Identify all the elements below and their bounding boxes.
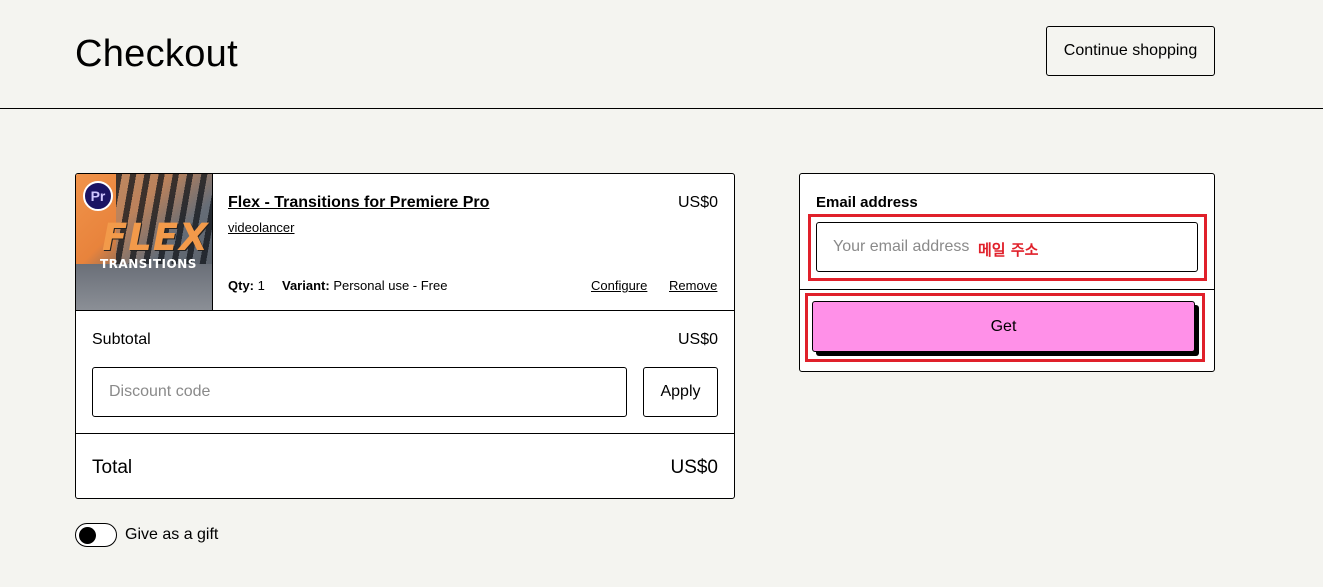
total-value: US$0 bbox=[670, 457, 718, 478]
card-divider bbox=[800, 289, 1214, 290]
cart-item: Pr FLEX TRANSITIONS Flex - Transitions f… bbox=[76, 174, 734, 311]
continue-shopping-button[interactable]: Continue shopping bbox=[1046, 26, 1215, 76]
quantity-value: 1 bbox=[257, 278, 265, 293]
product-author-link[interactable]: videolancer bbox=[228, 220, 295, 235]
thumbnail-title: FLEX bbox=[102, 216, 209, 259]
get-button[interactable]: Get bbox=[812, 301, 1195, 352]
quantity-info: Qty: 1 bbox=[228, 278, 265, 293]
email-form-card: Email address 메일 주소 Get bbox=[799, 173, 1215, 372]
gift-toggle-knob bbox=[79, 526, 96, 544]
product-title-link[interactable]: Flex - Transitions for Premiere Pro bbox=[228, 194, 489, 212]
checkout-header: Checkout Continue shopping bbox=[0, 0, 1323, 109]
subtotal-value: US$0 bbox=[677, 331, 718, 348]
gift-label: Give as a gift bbox=[125, 526, 219, 543]
cart-panel: Pr FLEX TRANSITIONS Flex - Transitions f… bbox=[75, 173, 735, 499]
product-thumbnail[interactable]: Pr FLEX TRANSITIONS bbox=[76, 174, 213, 310]
email-annotation: 메일 주소 bbox=[978, 241, 1039, 259]
total-label: Total bbox=[92, 457, 133, 478]
subtotal-label: Subtotal bbox=[92, 331, 151, 348]
thumbnail-subtitle: TRANSITIONS bbox=[100, 257, 197, 271]
total-row: Total US$0 bbox=[76, 433, 734, 498]
apply-discount-button[interactable]: Apply bbox=[643, 367, 718, 417]
remove-link[interactable]: Remove bbox=[669, 278, 717, 293]
variant-value: Personal use - Free bbox=[333, 278, 448, 293]
premiere-pro-icon: Pr bbox=[83, 181, 113, 211]
discount-code-input[interactable] bbox=[92, 367, 627, 417]
quantity-label: Qty: bbox=[228, 278, 254, 293]
product-price: US$0 bbox=[677, 194, 718, 211]
gift-toggle[interactable] bbox=[75, 523, 117, 547]
email-label: Email address bbox=[816, 194, 918, 211]
page-title: Checkout bbox=[75, 33, 238, 75]
configure-link[interactable]: Configure bbox=[591, 278, 647, 293]
variant-info: Variant: Personal use - Free bbox=[282, 278, 447, 293]
variant-label: Variant: bbox=[282, 278, 330, 293]
